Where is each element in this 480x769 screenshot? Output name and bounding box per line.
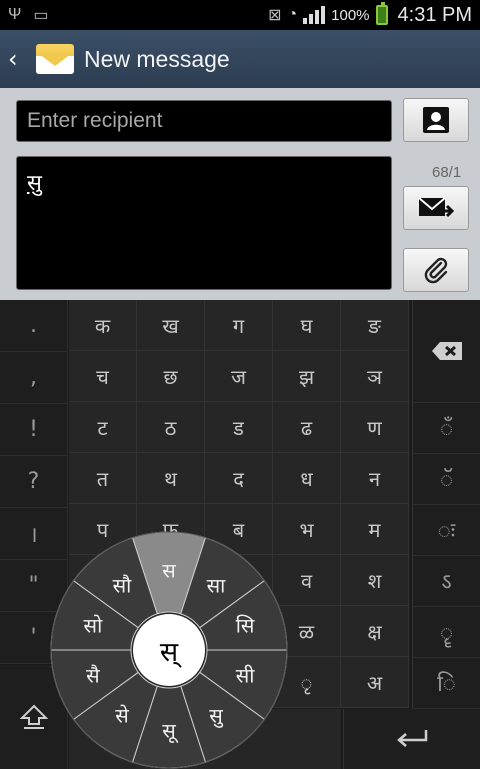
back-icon[interactable]: ‹ [8, 45, 28, 73]
key-consonant[interactable]: म [341, 504, 409, 555]
key-consonant[interactable]: थ [137, 453, 205, 504]
battery-percent: 100% [331, 6, 370, 24]
add-contact-button[interactable] [403, 98, 469, 142]
key-period[interactable]: . [0, 300, 68, 352]
keyboard-notification-icon: ▭ [33, 7, 49, 24]
key-diacritic[interactable]: ः [412, 505, 480, 556]
key-consonant[interactable]: द [205, 453, 273, 504]
enter-icon [397, 730, 428, 747]
enter-key[interactable] [343, 709, 480, 769]
key-consonant[interactable]: च [69, 351, 137, 402]
paperclip-icon [424, 257, 448, 284]
key-question[interactable]: ? [0, 456, 68, 508]
battery-icon [375, 2, 388, 25]
key-consonant[interactable]: ड [205, 402, 273, 453]
key-diacritic[interactable]: ॄ [412, 607, 480, 658]
key-consonant[interactable]: क्ष [341, 606, 409, 657]
radial-popup: स सा सि सी सु सू से सै सो सौ स् [49, 530, 289, 769]
key-consonant[interactable]: ढ [273, 402, 341, 453]
clock: 4:31 PM [397, 3, 472, 26]
recipient-input[interactable]: Enter recipient [16, 100, 392, 142]
page-title: New message [84, 45, 230, 72]
compose-area: Enter recipient सु 68/1 [0, 88, 480, 300]
radial-option[interactable]: सौ [113, 572, 132, 599]
radial-option[interactable]: सो [84, 612, 103, 639]
key-exclamation[interactable]: ! [0, 404, 68, 456]
mute-icon: ⊠ [268, 7, 282, 24]
char-counter: 68/1 [432, 164, 462, 181]
signal-icon [303, 6, 326, 24]
usb-icon: Ψ [8, 6, 22, 23]
key-consonant[interactable]: न [341, 453, 409, 504]
key-diacritic[interactable]: ँ [412, 403, 480, 454]
key-consonant[interactable]: ङ [341, 300, 409, 351]
key-consonant[interactable]: ण [341, 402, 409, 453]
key-consonant[interactable]: घ [273, 300, 341, 351]
contact-icon [423, 107, 449, 133]
recipient-placeholder: Enter recipient [27, 109, 163, 132]
status-bar: Ψ ▭ ⊠ ◔ 100% 4:31 PM [0, 0, 480, 30]
wifi-icon: ◔ [287, 6, 298, 23]
key-consonant[interactable]: ध [273, 453, 341, 504]
radial-option[interactable]: से [115, 701, 129, 728]
radial-center-key[interactable]: स् [133, 614, 205, 686]
radial-option[interactable]: सी [236, 661, 255, 688]
radial-option[interactable]: सि [236, 612, 255, 639]
key-consonant[interactable]: ञ [341, 351, 409, 402]
key-consonant[interactable]: श [341, 555, 409, 606]
key-consonant[interactable]: ख [137, 300, 205, 351]
backspace-key[interactable] [412, 300, 480, 403]
key-consonant[interactable]: ठ [137, 402, 205, 453]
radial-option[interactable]: स [162, 557, 176, 584]
key-consonant[interactable]: ज [205, 351, 273, 402]
key-comma[interactable]: , [0, 352, 68, 404]
key-consonant[interactable]: ट [69, 402, 137, 453]
message-text: सु [27, 171, 42, 196]
send-button[interactable] [403, 186, 469, 230]
radial-option[interactable]: सै [86, 661, 100, 688]
backspace-icon [431, 342, 462, 360]
radial-option[interactable]: सु [209, 701, 223, 728]
send-icon [418, 197, 454, 218]
key-consonant[interactable]: क [69, 300, 137, 351]
message-input[interactable]: सु [16, 156, 392, 290]
radial-option[interactable]: सू [162, 717, 176, 744]
key-diacritic[interactable]: ऽ [412, 556, 480, 607]
key-vowel-a[interactable]: अ [341, 657, 409, 708]
key-consonant[interactable]: झ [273, 351, 341, 402]
key-diacritic[interactable]: ॅ [412, 454, 480, 505]
messaging-app-icon [36, 44, 74, 74]
action-bar: ‹ New message [0, 30, 480, 88]
shift-icon [19, 704, 48, 729]
key-consonant[interactable]: त [69, 453, 137, 504]
radial-option[interactable]: सा [207, 572, 226, 599]
attach-button[interactable] [403, 248, 469, 292]
key-consonant[interactable]: छ [137, 351, 205, 402]
key-consonant[interactable]: ग [205, 300, 273, 351]
key-diacritic[interactable]: ि [412, 658, 480, 709]
